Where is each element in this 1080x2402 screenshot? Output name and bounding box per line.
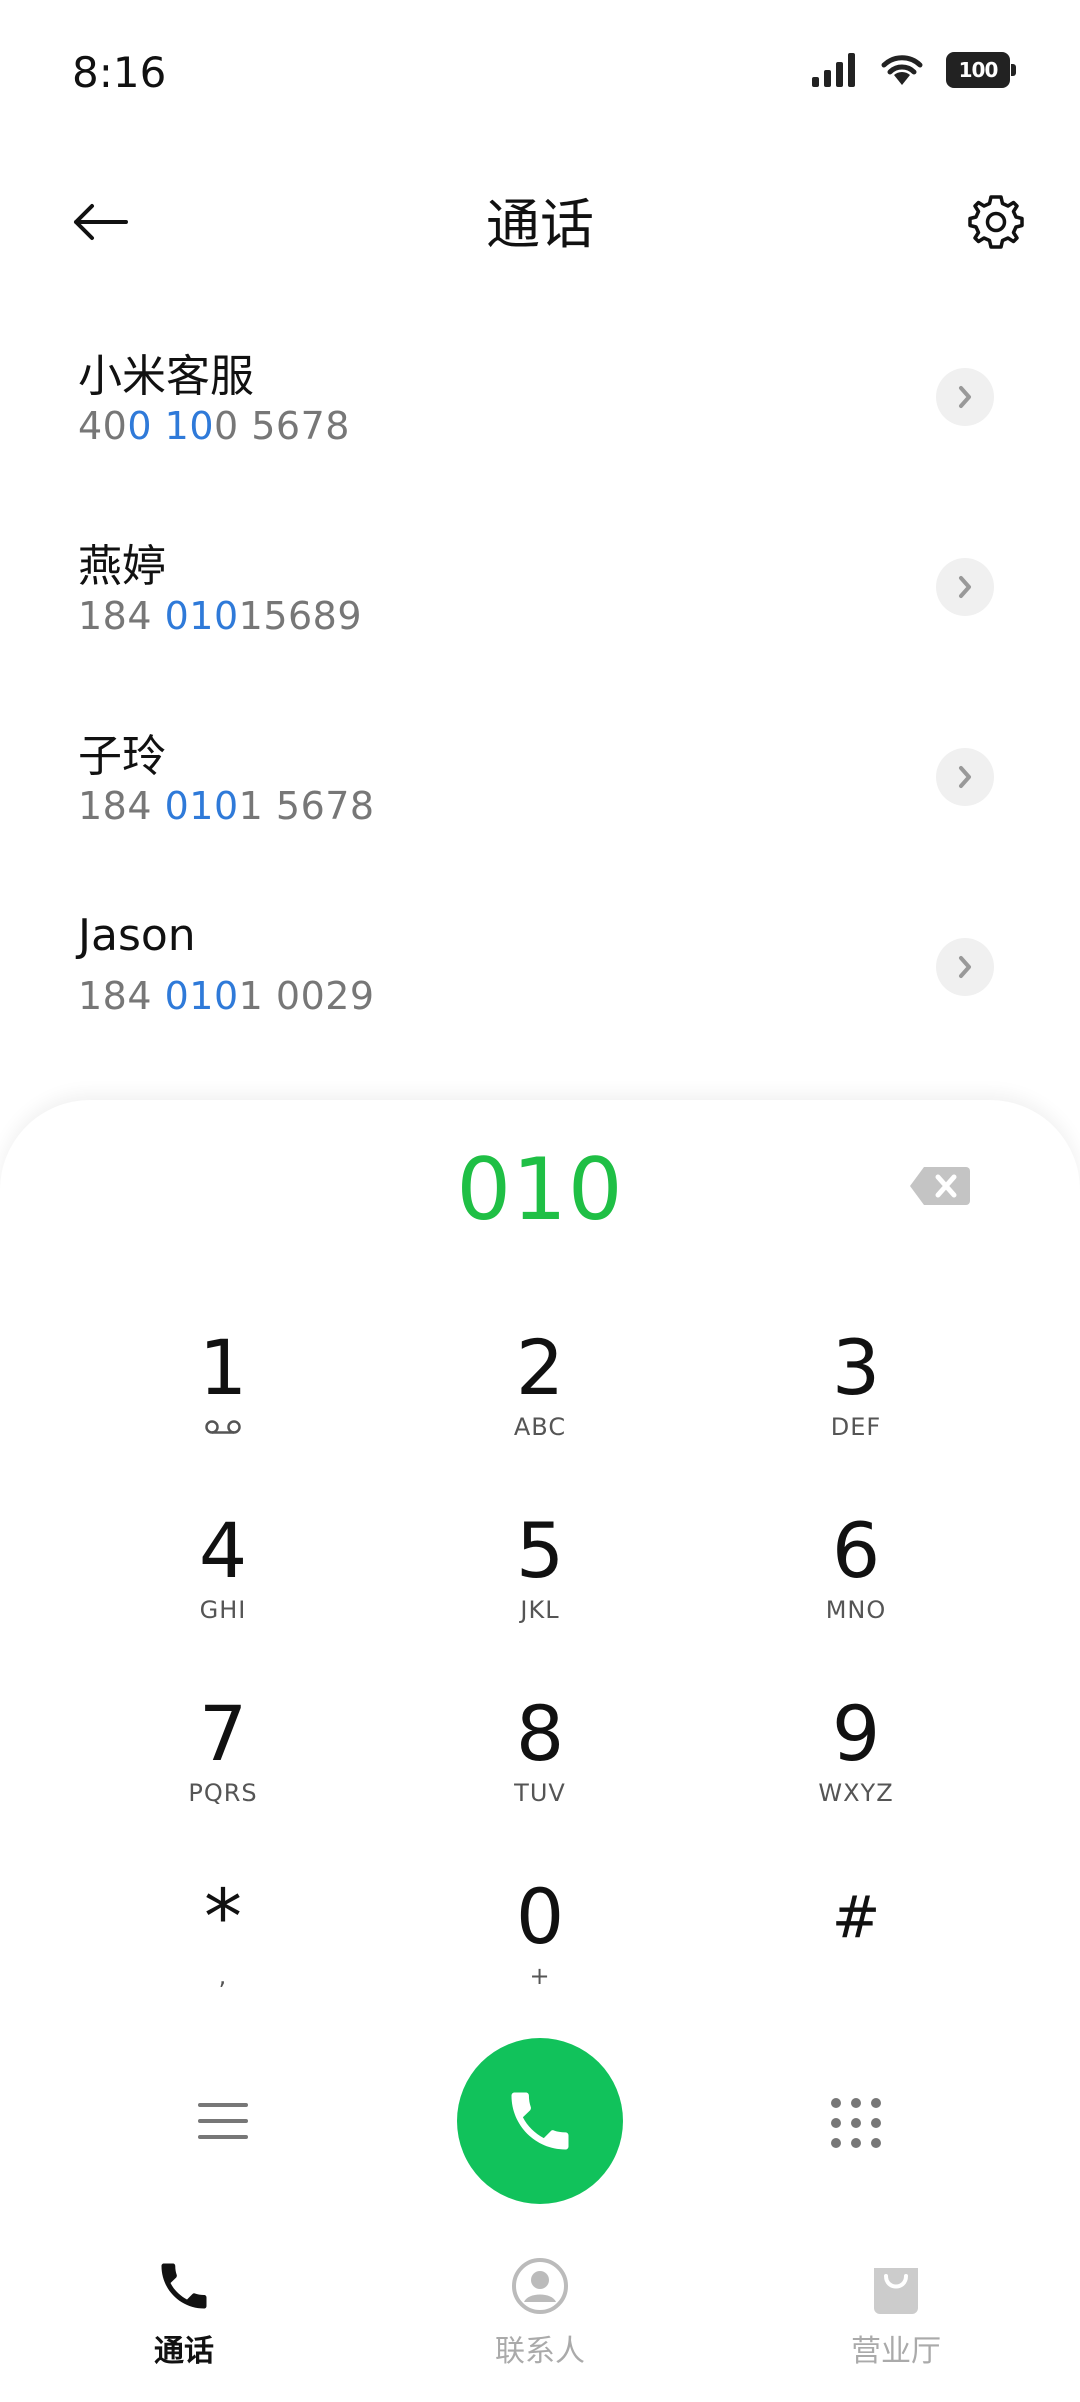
key-letters: MNO (825, 1596, 887, 1624)
key-2[interactable]: 2 ABC (420, 1320, 660, 1490)
grid-dots-icon (831, 2098, 881, 2148)
contact-results-list: 小米客服 400 100 5678 燕婷 184 01015689 子玲 184… (0, 300, 1080, 1060)
tab-label: 通话 (154, 2334, 214, 2369)
key-letters: GHI (199, 1596, 247, 1624)
tab-calls[interactable]: 通话 (64, 2256, 304, 2386)
phone-icon (161, 2263, 207, 2309)
contact-name: 燕婷 (78, 541, 166, 592)
key-letters: , (218, 1962, 228, 1990)
status-time: 8:16 (72, 48, 167, 97)
voicemail-icon (205, 1420, 241, 1434)
backspace-icon (910, 1167, 970, 1205)
contact-name: 子玲 (78, 731, 166, 782)
battery-icon: 100 (946, 52, 1016, 88)
tab-contacts[interactable]: 联系人 (420, 2256, 660, 2386)
key-letters: WXYZ (818, 1779, 894, 1807)
key-letters: ABC (513, 1413, 567, 1441)
menu-icon (198, 2103, 248, 2139)
bottom-nav: 通话 联系人 营业厅 (0, 2230, 1080, 2402)
phone-screen: 8:16 100 通话 小米客服 400 100 5678 燕婷 184 010… (0, 0, 1080, 2402)
key-digit: 0 (515, 1872, 565, 1961)
key-8[interactable]: 8 TUV (420, 1686, 660, 1856)
key-letters: + (529, 1962, 551, 1990)
key-digit: * (204, 1872, 242, 1961)
key-7[interactable]: 7 PQRS (103, 1686, 343, 1856)
phone-icon (511, 2092, 569, 2150)
list-item[interactable]: 子玲 184 0101 5678 (0, 680, 1080, 870)
call-button[interactable] (457, 2038, 623, 2204)
chevron-right-icon (959, 956, 971, 978)
key-digit: 2 (515, 1323, 565, 1412)
contact-number: 400 100 5678 (78, 404, 350, 448)
tab-service-hall[interactable]: 营业厅 (776, 2256, 1016, 2386)
gear-icon (968, 195, 1024, 249)
key-letters: PQRS (188, 1779, 258, 1807)
key-digit: 3 (831, 1323, 881, 1412)
menu-button[interactable] (183, 2086, 263, 2156)
key-digit: 4 (198, 1506, 248, 1595)
wifi-icon (881, 55, 923, 85)
dialpad-panel: 010 1 2 ABC 3 DEF 4 GHI 5 JKL 6 MNO 7 PQ… (0, 1100, 1080, 2230)
contact-detail-button[interactable] (936, 368, 994, 426)
key-4[interactable]: 4 GHI (103, 1503, 343, 1673)
tab-label: 联系人 (495, 2334, 585, 2369)
key-1[interactable]: 1 (103, 1320, 343, 1490)
back-arrow-icon (74, 204, 128, 240)
back-button[interactable] (60, 182, 140, 262)
key-digit: 9 (831, 1689, 881, 1778)
contact-detail-button[interactable] (936, 938, 994, 996)
key-digit: 1 (198, 1323, 248, 1412)
key-digit: 8 (515, 1689, 565, 1778)
key-5[interactable]: 5 JKL (420, 1503, 660, 1673)
chevron-right-icon (959, 766, 971, 788)
tab-label: 营业厅 (851, 2334, 941, 2369)
page-title: 通话 (486, 193, 594, 256)
key-letters: JKL (520, 1596, 560, 1624)
key-9[interactable]: 9 WXYZ (736, 1686, 976, 1856)
contact-number: 184 0101 0029 (78, 974, 375, 1018)
top-bar: 通话 (0, 160, 1080, 280)
contact-detail-button[interactable] (936, 558, 994, 616)
signal-icon (812, 53, 855, 87)
contact-number: 184 01015689 (78, 594, 363, 638)
dialpad-bottom-controls (0, 2038, 1080, 2208)
key-hash[interactable]: # (736, 1869, 976, 2039)
contact-detail-button[interactable] (936, 748, 994, 806)
chevron-right-icon (959, 386, 971, 408)
status-bar: 8:16 100 (0, 0, 1080, 150)
key-digit: # (831, 1883, 881, 1951)
key-digit: 5 (515, 1506, 565, 1595)
shop-bag-icon (874, 2268, 918, 2314)
key-letters: TUV (514, 1779, 566, 1807)
key-star[interactable]: * , (103, 1869, 343, 2039)
key-digit: 7 (198, 1689, 248, 1778)
backspace-button[interactable] (900, 1156, 980, 1216)
contact-number: 184 0101 5678 (78, 784, 375, 828)
key-letters: DEF (830, 1413, 882, 1441)
status-icons: 100 (812, 52, 1016, 88)
list-item[interactable]: 小米客服 400 100 5678 (0, 300, 1080, 490)
key-3[interactable]: 3 DEF (736, 1320, 976, 1490)
key-digit: 6 (831, 1506, 881, 1595)
contact-name: Jason (78, 910, 196, 961)
list-item[interactable]: 燕婷 184 01015689 (0, 490, 1080, 680)
dialpad-toggle-button[interactable] (816, 2083, 896, 2163)
key-letters (204, 1412, 242, 1442)
key-6[interactable]: 6 MNO (736, 1503, 976, 1673)
list-item[interactable]: Jason 184 0101 0029 (0, 870, 1080, 1060)
contact-icon (512, 2258, 568, 2314)
settings-button[interactable] (956, 182, 1036, 262)
key-0[interactable]: 0 + (420, 1869, 660, 2039)
contact-name: 小米客服 (78, 351, 254, 402)
chevron-right-icon (959, 576, 971, 598)
